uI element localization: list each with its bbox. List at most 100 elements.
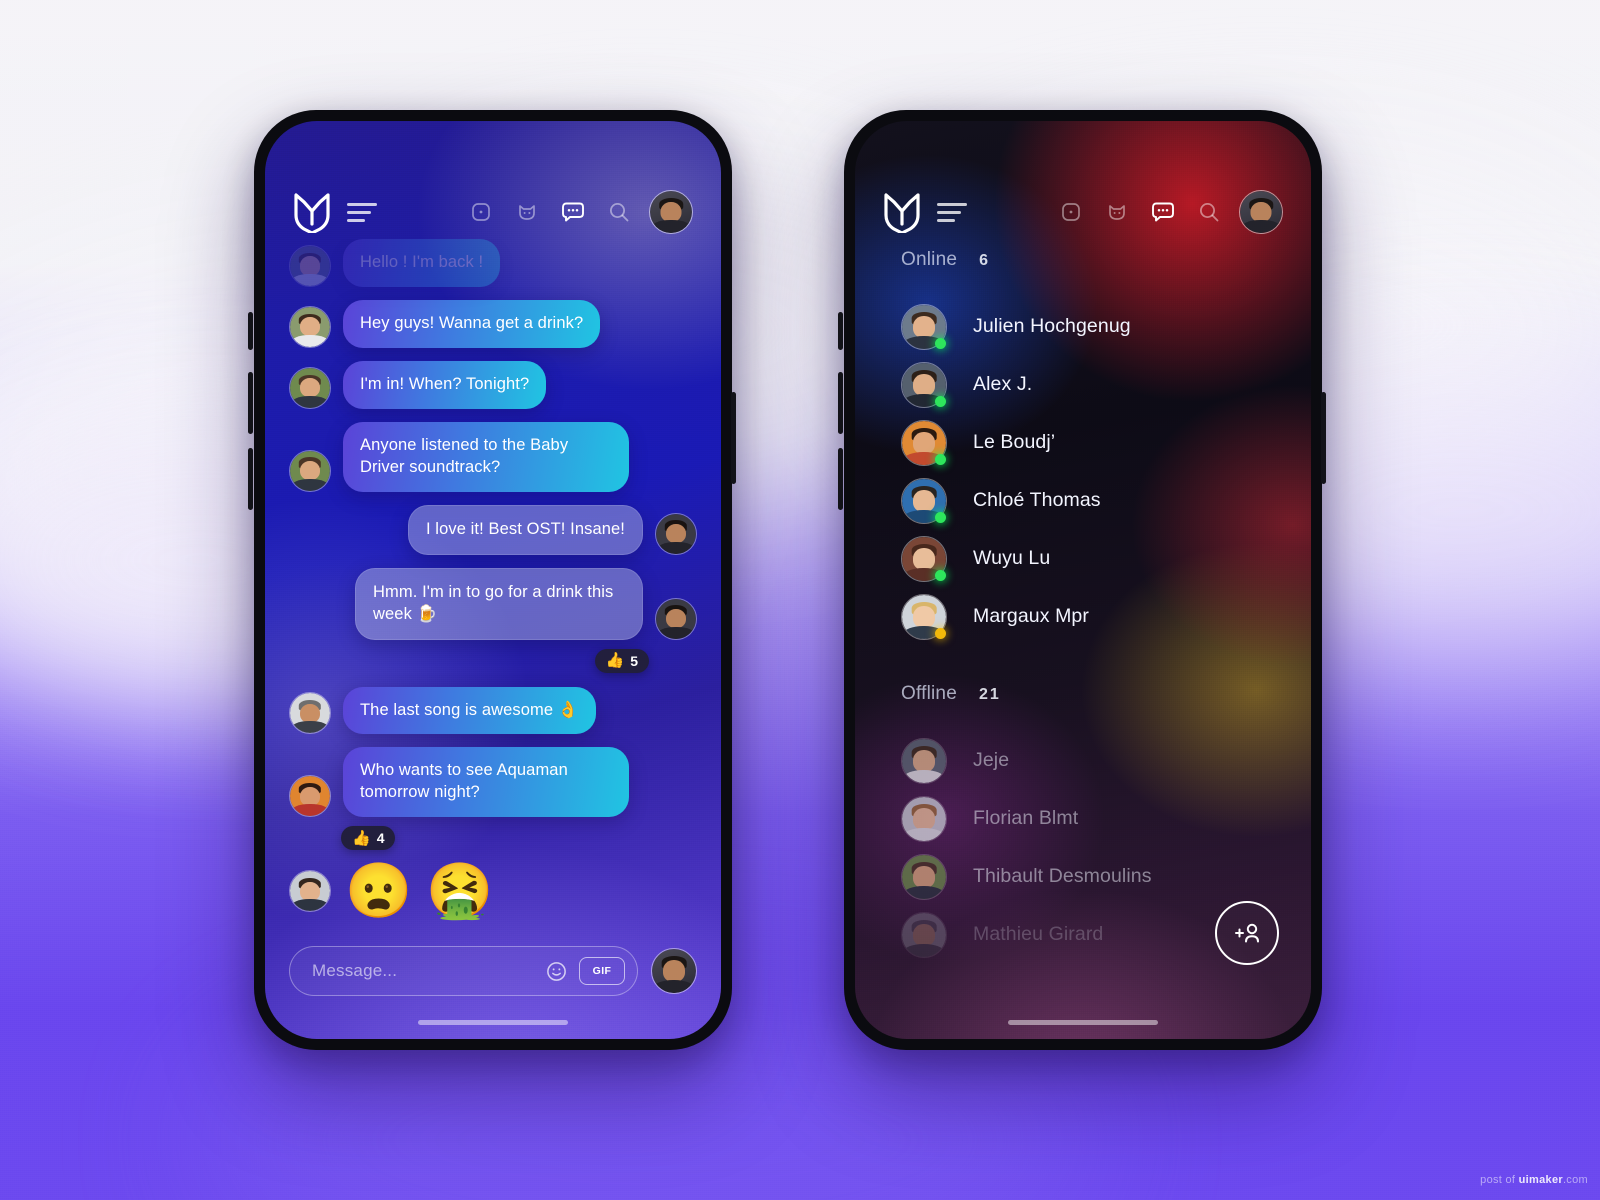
message-row[interactable]: Hey guys! Wanna get a drink? (265, 299, 721, 348)
message-bubble[interactable]: Anyone listened to the Baby Driver sound… (343, 421, 629, 492)
avatar[interactable] (289, 870, 331, 913)
chat-screen: Hello ! I'm back ! Hey guys! Wanna get a… (265, 121, 721, 1039)
phone-mute-switch[interactable] (248, 312, 253, 350)
member-row[interactable]: Jeje (855, 731, 1311, 789)
emoji-icon[interactable] (541, 956, 571, 986)
member-name: Chloé Thomas (973, 488, 1101, 511)
emoji-message-row[interactable]: 😦 🤮 (265, 864, 721, 918)
avatar-with-status (901, 796, 947, 842)
section-title: Online (901, 249, 958, 270)
avatar-face (650, 191, 692, 233)
message-bubble[interactable]: Who wants to see Aquaman tomorrow night? (343, 747, 629, 818)
reaction-count: 5 (630, 652, 638, 669)
avatar[interactable] (289, 449, 331, 492)
avatar[interactable] (901, 796, 947, 842)
message-composer: Message... GIF (265, 945, 721, 997)
message-bubble[interactable]: Hey guys! Wanna get a drink? (343, 299, 601, 348)
member-row[interactable]: Alex J. (855, 355, 1311, 413)
reaction-row: 👍 4 (265, 826, 721, 851)
message-bubble[interactable]: Hmm. I'm in to go for a drink this week … (355, 567, 643, 640)
cat-face-icon[interactable] (513, 198, 541, 226)
member-name: Julien Hochgenug (973, 314, 1131, 337)
member-name: Jeje (973, 748, 1010, 771)
search-icon[interactable] (605, 198, 633, 226)
member-row[interactable]: Florian Blmt (855, 789, 1311, 847)
header-avatar[interactable] (1239, 190, 1283, 234)
cat-face-icon[interactable] (1103, 198, 1131, 226)
message-input[interactable]: Message... GIF (289, 946, 638, 996)
avatar[interactable] (289, 244, 331, 287)
avatar[interactable] (901, 854, 947, 900)
message-list[interactable]: Hello ! I'm back ! Hey guys! Wanna get a… (265, 239, 721, 927)
avatar[interactable] (289, 775, 331, 818)
member-row[interactable]: Julien Hochgenug (855, 297, 1311, 355)
avatar[interactable] (655, 512, 697, 555)
home-indicator (1008, 1020, 1158, 1025)
menu-line (937, 210, 961, 214)
phone-power-button[interactable] (731, 392, 736, 484)
message-row[interactable]: Who wants to see Aquaman tomorrow night? (265, 747, 721, 818)
members-screen: Online 6 Julien Hochgenug Alex J. Le Bou… (855, 121, 1311, 1039)
watermark-brand: uimaker (1518, 1174, 1563, 1186)
member-row[interactable]: Wuyu Lu (855, 529, 1311, 587)
phone-power-button[interactable] (1321, 392, 1326, 484)
phone-volume-up-button[interactable] (838, 372, 843, 434)
message-row[interactable]: I'm in! When? Tonight? (265, 360, 721, 409)
member-row[interactable]: Thibault Desmoulins (855, 847, 1311, 905)
avatar[interactable] (289, 692, 331, 735)
member-row[interactable]: Margaux Mpr (855, 587, 1311, 645)
chat-bubble-icon[interactable] (1149, 198, 1177, 226)
avatar[interactable] (289, 305, 331, 348)
message-input-placeholder: Message... (312, 961, 398, 980)
message-row[interactable]: Hmm. I'm in to go for a drink this week … (265, 567, 721, 640)
section-header-offline: Offline 21 (855, 683, 1311, 705)
square-dot-icon[interactable] (467, 198, 495, 226)
reaction-count: 4 (376, 830, 385, 847)
section-count: 6 (979, 252, 991, 269)
reaction-pill[interactable]: 👍 4 (341, 826, 396, 851)
message-bubble[interactable]: I love it! Best OST! Insane! (407, 504, 643, 555)
message-bubble[interactable]: I'm in! When? Tonight? (343, 360, 547, 409)
logo-m-shield-icon[interactable] (883, 191, 921, 235)
header-icon-group (1057, 198, 1223, 226)
message-row[interactable]: I love it! Best OST! Insane! (265, 504, 721, 555)
header-avatar[interactable] (649, 190, 693, 234)
member-name: Wuyu Lu (973, 546, 1051, 569)
avatar[interactable] (901, 912, 947, 958)
square-dot-icon[interactable] (1057, 198, 1085, 226)
phone-volume-down-button[interactable] (248, 448, 253, 510)
member-row[interactable]: Le Boudj’ (855, 413, 1311, 471)
phone-volume-up-button[interactable] (248, 372, 253, 434)
member-row[interactable]: Chloé Thomas (855, 471, 1311, 529)
watermark-prefix: post of (1480, 1174, 1519, 1186)
logo-m-shield-icon[interactable] (293, 191, 331, 235)
avatar-with-status (901, 478, 947, 524)
avatar-with-status (901, 594, 947, 640)
member-name: Le Boudj’ (973, 430, 1056, 453)
phone-mute-switch[interactable] (838, 312, 843, 350)
chat-bubble-icon[interactable] (559, 198, 587, 226)
member-name: Florian Blmt (973, 806, 1079, 829)
hamburger-menu-icon[interactable] (937, 202, 967, 222)
message-bubble[interactable]: The last song is awesome 👌 (343, 686, 596, 735)
message-row[interactable]: Anyone listened to the Baby Driver sound… (265, 421, 721, 492)
background-grain (0, 0, 1600, 1200)
status-dot-online (935, 338, 946, 349)
avatar-with-status (901, 536, 947, 582)
reaction-pill[interactable]: 👍 5 (594, 648, 649, 673)
status-dot-online (935, 396, 946, 407)
add-person-button[interactable] (1215, 901, 1279, 965)
menu-line (937, 202, 967, 206)
avatar[interactable] (901, 738, 947, 784)
message-row[interactable]: Hello ! I'm back ! (265, 239, 721, 287)
composer-avatar[interactable] (651, 948, 697, 994)
message-bubble[interactable]: Hello ! I'm back ! (343, 239, 501, 287)
message-row[interactable]: The last song is awesome 👌 (265, 686, 721, 735)
avatar[interactable] (655, 597, 697, 640)
phone-volume-down-button[interactable] (838, 448, 843, 510)
avatar[interactable] (289, 366, 331, 409)
search-icon[interactable] (1195, 198, 1223, 226)
gif-button[interactable]: GIF (579, 957, 625, 985)
avatar-with-status (901, 304, 947, 350)
hamburger-menu-icon[interactable] (347, 202, 377, 222)
